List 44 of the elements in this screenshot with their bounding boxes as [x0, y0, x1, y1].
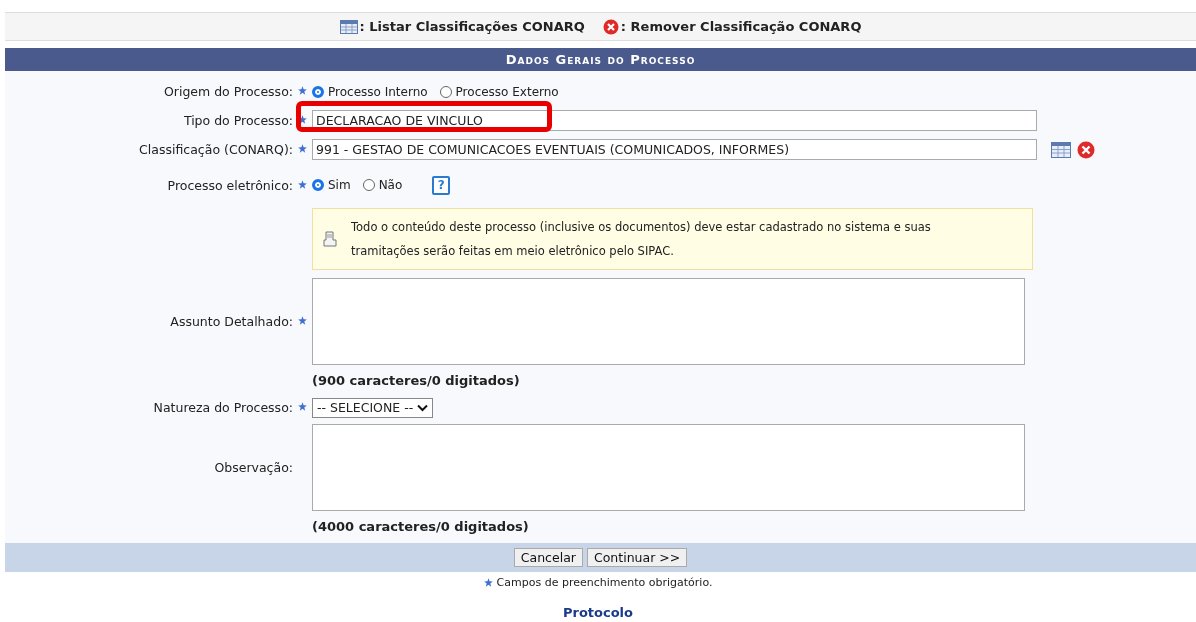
radio-button[interactable] — [439, 85, 452, 98]
close-icon[interactable] — [602, 18, 619, 35]
text-field[interactable]: DECLARACAO DE VINCULO — [312, 110, 1037, 131]
field-label: Assunto Detalhado: — [170, 314, 293, 329]
document-icon — [323, 231, 337, 247]
dropdown[interactable]: -- SELECIONE -- — [312, 397, 434, 418]
field-label: Processo eletrônico: — [167, 177, 293, 193]
radio-label: Processo Interno — [328, 84, 428, 99]
section-title: Dados Gerais do Processo — [5, 48, 1196, 71]
table-icon[interactable] — [339, 19, 358, 34]
legend-label: : Listar Classificações CONARQ — [359, 19, 585, 34]
field-label: Classificação (CONARQ): — [139, 142, 293, 157]
radio-label: Sim — [328, 178, 351, 192]
close-icon[interactable] — [1077, 140, 1095, 159]
star-icon — [483, 578, 493, 587]
field-label: Observação: — [214, 460, 293, 475]
text-area[interactable] — [312, 424, 1025, 511]
star-icon — [298, 316, 307, 325]
help-button[interactable]: ? — [432, 175, 451, 195]
star-icon — [298, 86, 307, 95]
text-field[interactable]: 991 - GESTAO DE COMUNICACOES EVENTUAIS (COMUNICADOS, INFORMES) — [312, 139, 1037, 160]
table-icon[interactable] — [1051, 141, 1071, 158]
chevron-icon — [417, 403, 429, 412]
radio-button[interactable] — [362, 179, 375, 191]
field-label: Tipo do Processo: — [183, 113, 293, 128]
star-icon — [298, 179, 307, 189]
field-label: Origem do Processo: — [163, 84, 293, 99]
footnote: Campos de preenchimento obrigatório. — [496, 576, 713, 589]
character-counter: (900 caracteres/0 digitados) — [312, 372, 520, 388]
info-text: Todo o conteúdo deste processo (inclusive os documentos) deve estar cadastrado no sistema e suas tramitações serão feitas em meio eletrônico pelo SIPAC. — [351, 219, 932, 260]
star-icon — [298, 144, 307, 153]
form-button[interactable]: Cancelar — [513, 548, 583, 567]
field-label: Natureza do Processo: — [153, 400, 293, 415]
star-icon — [298, 402, 307, 411]
legend-label: : Remover Classificação CONARQ — [620, 19, 862, 34]
form-button[interactable]: Continuar >> — [586, 548, 688, 567]
radio-label: Não — [378, 178, 403, 192]
footer-link[interactable]: Protocolo — [562, 605, 633, 620]
character-counter: (4000 caracteres/0 digitados) — [312, 518, 529, 534]
radio-label: Processo Externo — [455, 84, 559, 99]
radio-button[interactable] — [312, 85, 324, 98]
radio-button[interactable] — [312, 179, 324, 191]
star-icon — [298, 115, 307, 124]
text-area[interactable] — [312, 278, 1025, 365]
